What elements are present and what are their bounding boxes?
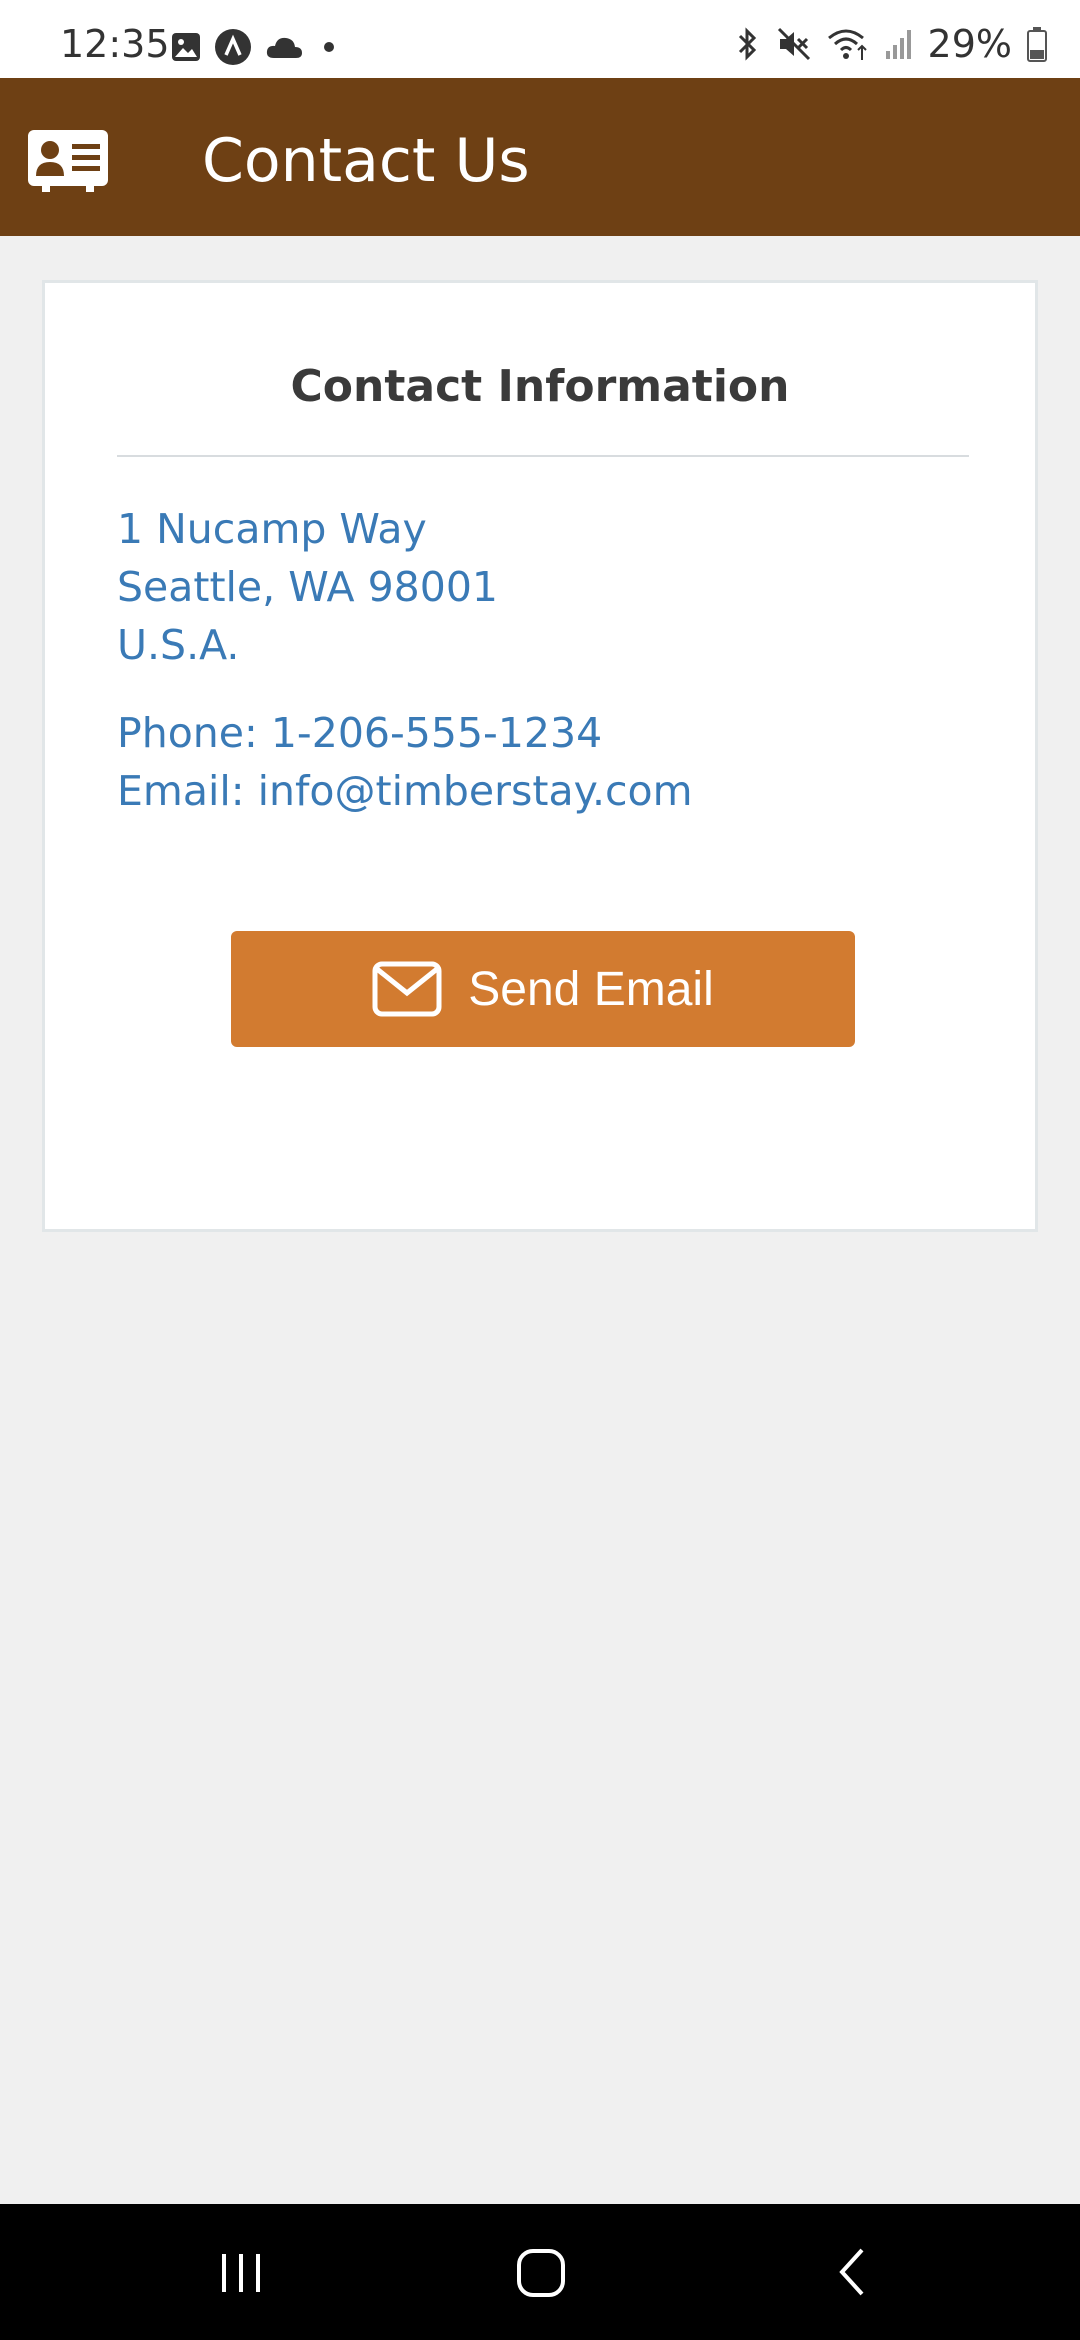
status-time: 12:35 [60, 22, 170, 66]
app-bar: Contact Us [0, 78, 1080, 236]
mute-icon [777, 27, 810, 61]
address-line-3: U.S.A. [117, 621, 240, 669]
envelope-icon [372, 961, 442, 1017]
address-line-1: 1 Nucamp Way [117, 505, 427, 553]
send-email-label: Send Email [468, 962, 714, 1016]
contact-card-icon[interactable] [28, 130, 108, 192]
dot-icon [324, 42, 334, 52]
home-icon[interactable] [512, 2242, 572, 2302]
signal-icon [885, 30, 911, 59]
address-line-2: Seattle, WA 98001 [117, 563, 499, 611]
send-email-button[interactable]: Send Email [231, 931, 855, 1047]
back-icon[interactable] [826, 2242, 876, 2302]
wifi-icon [827, 29, 867, 60]
gallery-icon [172, 33, 200, 61]
page-title: Contact Us [202, 126, 530, 196]
email-link[interactable]: Email: info@timberstay.com [117, 767, 693, 815]
card-divider [117, 455, 969, 457]
phone-link[interactable]: Phone: 1-206-555-1234 [117, 709, 602, 757]
bluetooth-icon [738, 27, 756, 61]
status-icons-right: 29% [732, 22, 1048, 66]
app-icon [215, 29, 251, 65]
status-icons-left [170, 28, 342, 66]
battery-percent: 29% [927, 22, 1012, 66]
cloud-icon [266, 37, 302, 58]
battery-icon [1027, 27, 1047, 62]
contact-card: Contact Information 1 Nucamp Way Seattle… [42, 280, 1038, 1232]
card-title: Contact Information [290, 361, 790, 412]
recents-icon[interactable] [216, 2242, 266, 2302]
navigation-bar [0, 2204, 1080, 2340]
status-bar: 12:35 29% [0, 0, 1080, 78]
